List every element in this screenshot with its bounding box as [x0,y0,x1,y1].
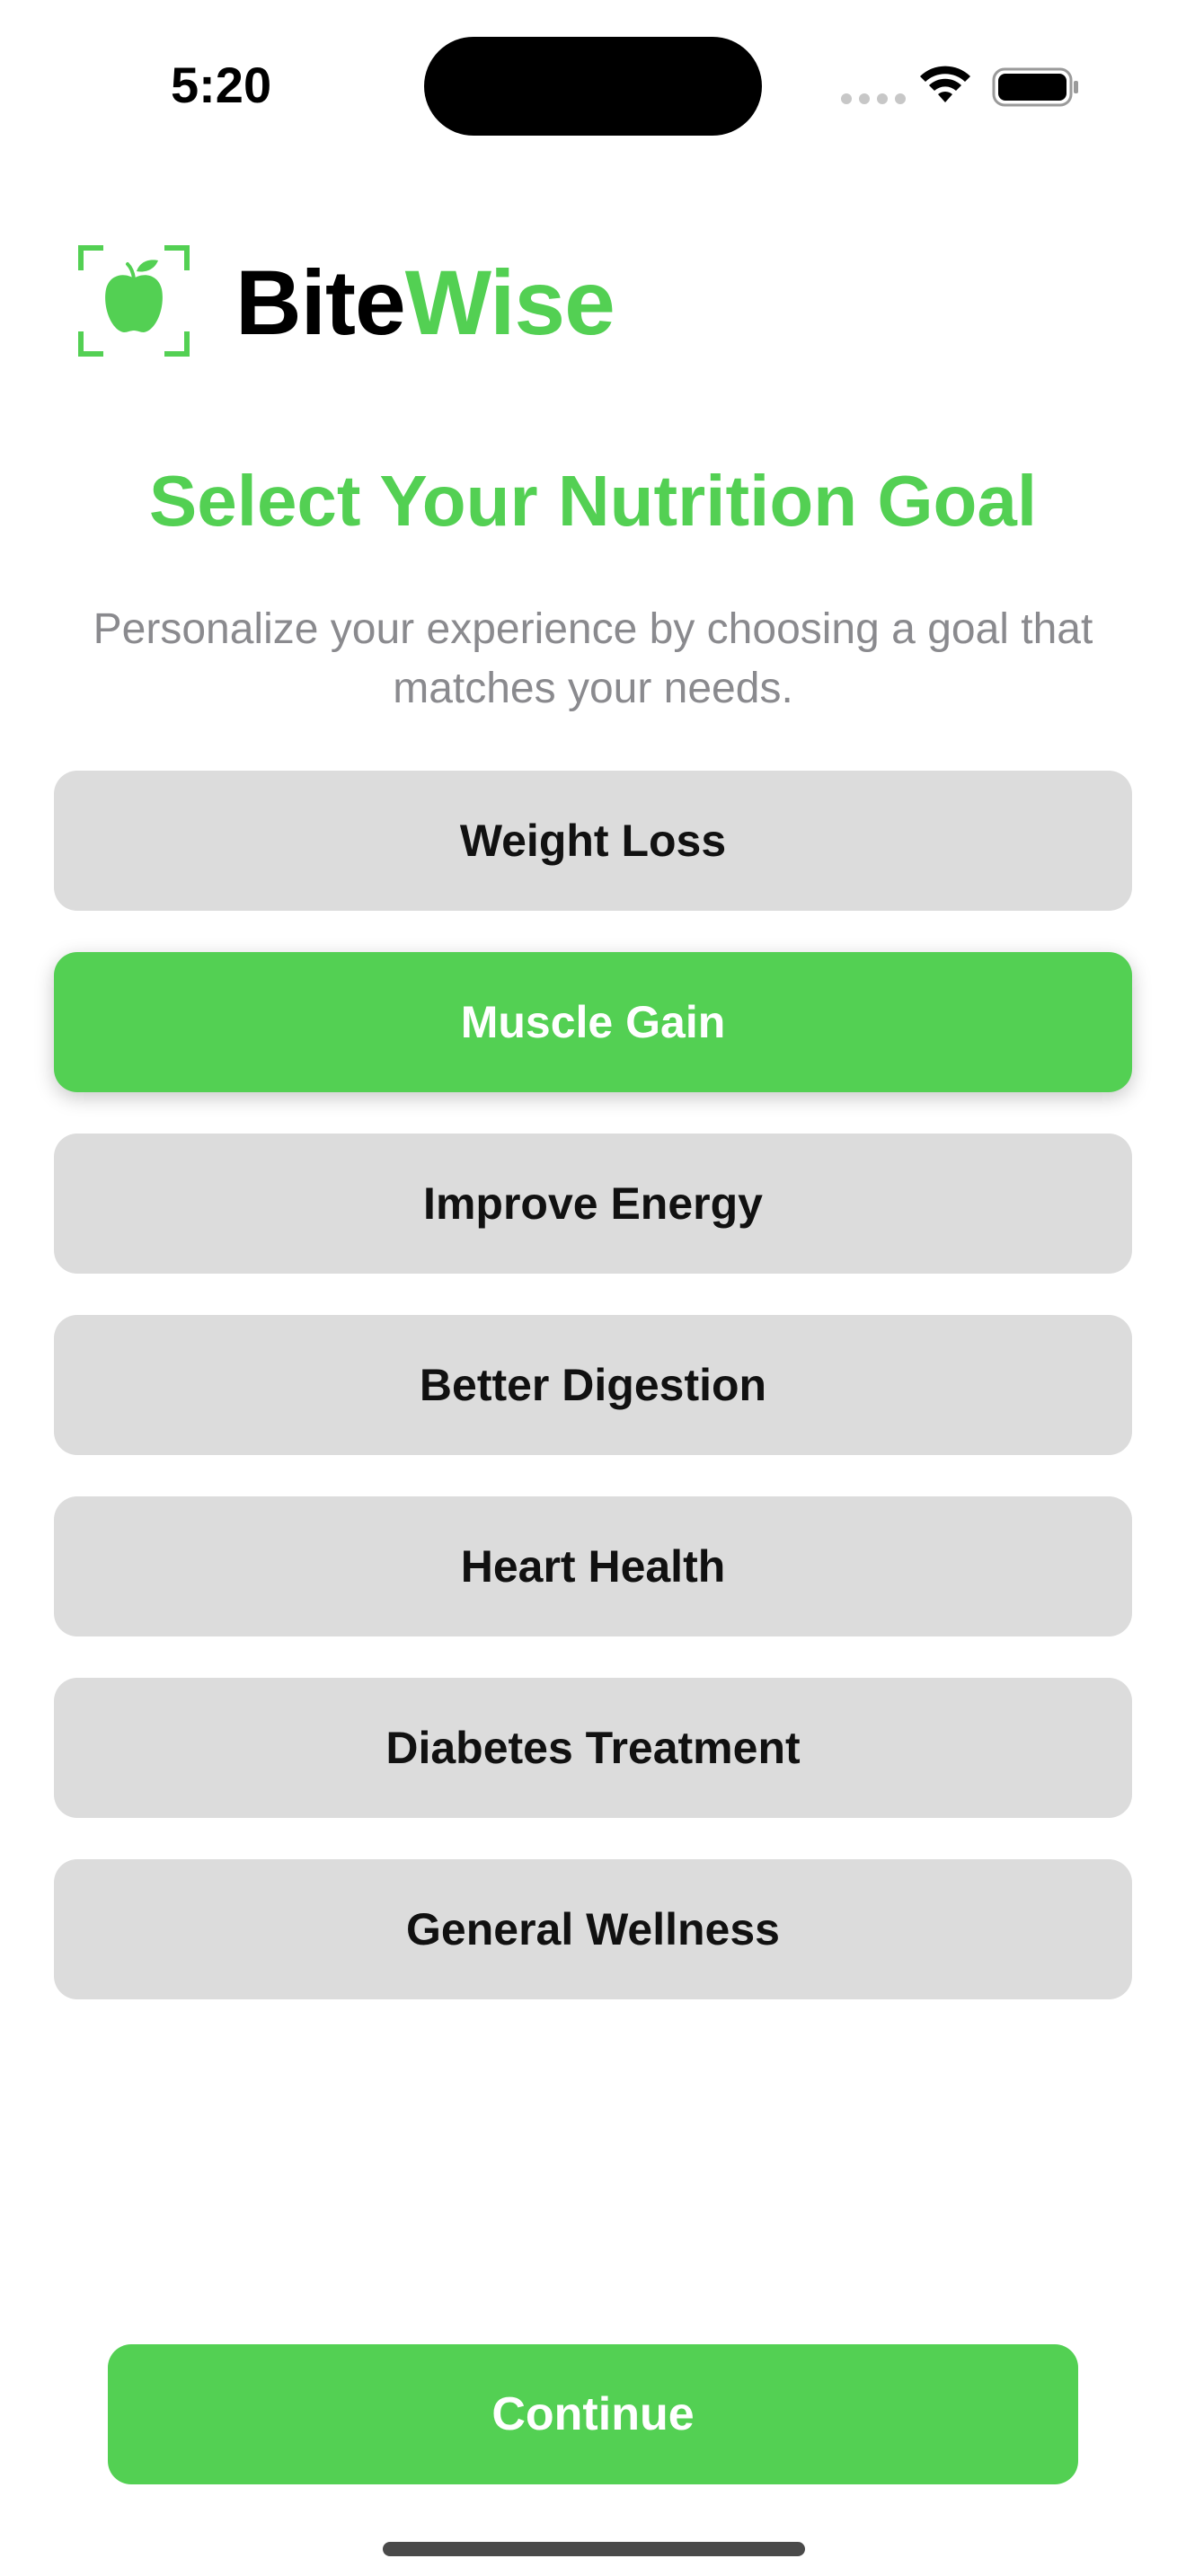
page-title: Select Your Nutrition Goal [148,461,1038,541]
wifi-icon [920,66,970,102]
brand-name-part-a: Bite [235,251,406,354]
battery-icon [992,67,1078,107]
goal-option-general-wellness[interactable]: General Wellness [54,1859,1132,1999]
goal-option-heart-health[interactable]: Heart Health [54,1496,1132,1636]
page-subtitle: Personalize your experience by choosing … [93,605,1093,712]
brand-name-part-b: Wise [404,251,615,354]
brand-name: BiteWise [235,250,615,356]
dynamic-island [424,37,762,136]
goal-option-diabetes-treatment[interactable]: Diabetes Treatment [54,1678,1132,1818]
apple-scan-icon [78,245,190,357]
continue-button[interactable]: Continue [108,2344,1078,2484]
cellular-signal-icon [841,93,906,104]
home-indicator[interactable] [383,2542,805,2556]
goal-option-better-digestion[interactable]: Better Digestion [54,1315,1132,1455]
status-time: 5:20 [171,57,272,113]
goal-option-weight-loss[interactable]: Weight Loss [54,771,1132,911]
goal-options-list: Weight Loss Muscle Gain Improve Energy B… [54,771,1132,2041]
goal-option-improve-energy[interactable]: Improve Energy [54,1134,1132,1274]
goal-option-muscle-gain[interactable]: Muscle Gain [54,952,1132,1092]
